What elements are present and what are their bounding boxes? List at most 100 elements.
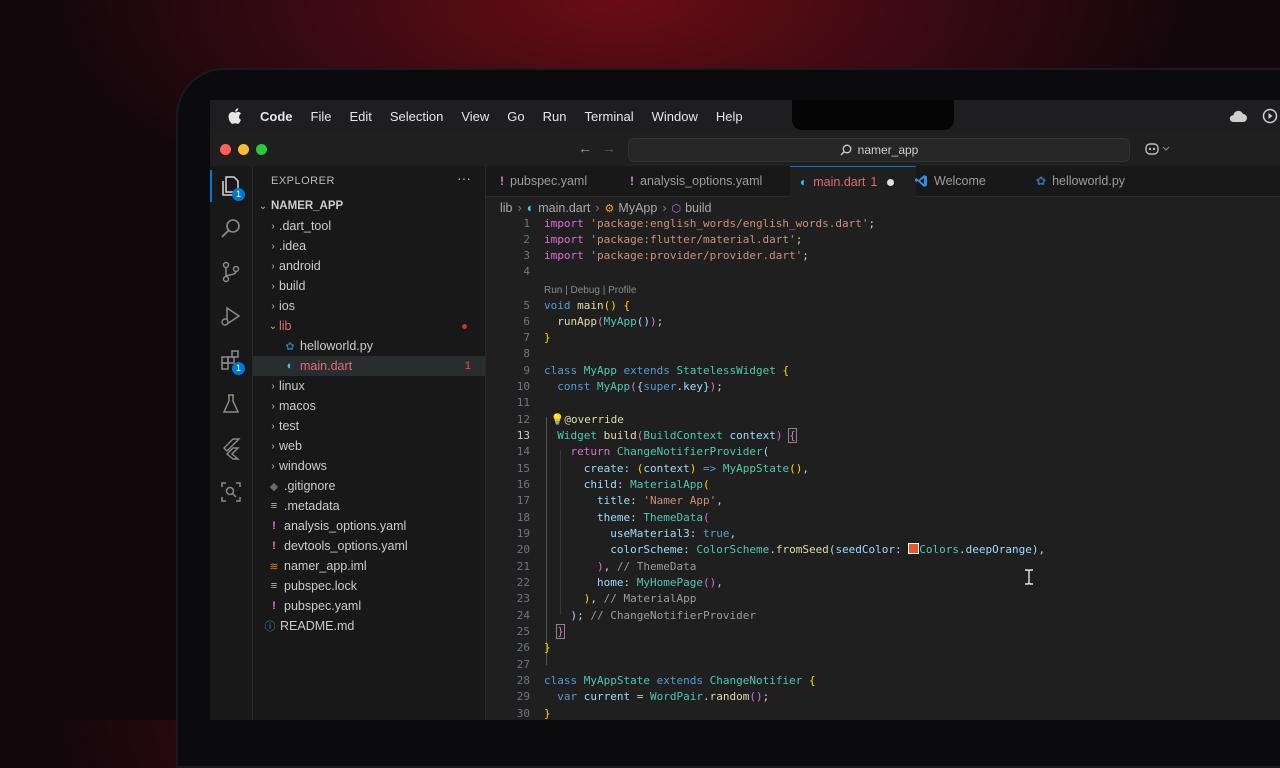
command-center-search[interactable]: namer_app bbox=[628, 138, 1130, 162]
tree-item-label: linux bbox=[279, 379, 305, 393]
menu-file[interactable]: File bbox=[311, 109, 332, 124]
tree-item-label: helloworld.py bbox=[300, 339, 373, 353]
codelens[interactable]: Run | Debug | Profile bbox=[544, 285, 636, 296]
tree-folder[interactable]: › build bbox=[253, 276, 485, 296]
menu-edit[interactable]: Edit bbox=[349, 109, 371, 124]
tree-folder[interactable]: › web bbox=[253, 436, 485, 456]
tree-file-selected[interactable]: ◐ main.dart 1 bbox=[253, 356, 485, 376]
tree-file[interactable]: ≡ .metadata bbox=[253, 496, 485, 516]
forward-arrow-icon[interactable]: → bbox=[602, 140, 616, 156]
tree-folder[interactable]: › .idea bbox=[253, 236, 485, 256]
tree-folder[interactable]: › linux bbox=[253, 376, 485, 396]
tree-folder[interactable]: › ios bbox=[253, 296, 485, 316]
root-folder[interactable]: ⌄ NAMER_APP bbox=[253, 196, 485, 216]
tree-folder-lib[interactable]: ⌄ lib bbox=[253, 316, 485, 336]
tree-item-label: pubspec.lock bbox=[284, 579, 357, 593]
lightbulb-icon[interactable]: 💡 bbox=[551, 413, 565, 426]
tree-item-label: devtools_options.yaml bbox=[284, 539, 408, 553]
tree-file[interactable]: ✿ helloworld.py bbox=[253, 336, 485, 356]
code-line: 30} bbox=[516, 707, 551, 720]
active-indicator bbox=[210, 170, 212, 202]
tree-item-label: android bbox=[279, 259, 321, 273]
minimize-window-button[interactable] bbox=[238, 144, 249, 155]
tree-folder[interactable]: › .dart_tool bbox=[253, 216, 485, 236]
problem-count: 1 bbox=[464, 360, 471, 372]
run-debug-icon[interactable] bbox=[219, 304, 243, 328]
breadcrumb-file[interactable]: main.dart bbox=[538, 201, 590, 215]
unsaved-dot-icon[interactable] bbox=[887, 178, 895, 186]
code-line: 7} bbox=[523, 331, 551, 344]
back-arrow-icon[interactable]: ← bbox=[578, 140, 592, 156]
code-line: 25 } bbox=[516, 624, 565, 639]
zoom-window-button[interactable] bbox=[256, 144, 267, 155]
menu-window[interactable]: Window bbox=[652, 109, 698, 124]
menu-help[interactable]: Help bbox=[716, 109, 743, 124]
search-icon[interactable] bbox=[219, 216, 243, 240]
code-line: 17 title: 'Namer App', bbox=[516, 494, 723, 507]
remote-explorer-icon[interactable] bbox=[219, 480, 243, 504]
menu-view[interactable]: View bbox=[461, 109, 489, 124]
python-file-icon: ✿ bbox=[1036, 174, 1047, 188]
code-line: 15 create: (context) => MyAppState(), bbox=[516, 462, 809, 475]
method-symbol-icon: ⬡ bbox=[671, 202, 682, 215]
cloud-icon[interactable] bbox=[1228, 109, 1248, 123]
chevron-right-icon: › bbox=[271, 260, 275, 272]
tree-item-label: README.md bbox=[280, 619, 355, 633]
tree-folder[interactable]: › android bbox=[253, 256, 485, 276]
code-line: 24 ); // ChangeNotifierProvider bbox=[516, 609, 756, 622]
tree-folder[interactable]: › test bbox=[253, 416, 485, 436]
tree-file[interactable]: ≡ pubspec.lock bbox=[253, 576, 485, 596]
menu-run[interactable]: Run bbox=[543, 109, 567, 124]
flutter-icon[interactable] bbox=[219, 436, 243, 460]
tree-item-label: analysis_options.yaml bbox=[284, 519, 407, 533]
chevron-right-icon: › bbox=[517, 201, 522, 215]
play-circle-icon[interactable] bbox=[1262, 108, 1278, 124]
chevron-right-icon: › bbox=[271, 440, 275, 452]
tree-file[interactable]: ⓘ README.md bbox=[253, 616, 485, 636]
close-window-button[interactable] bbox=[220, 144, 231, 155]
breadcrumb-method[interactable]: build bbox=[685, 201, 711, 215]
apple-icon[interactable] bbox=[228, 108, 242, 124]
color-swatch-icon[interactable] bbox=[908, 543, 920, 554]
breadcrumb-class[interactable]: MyApp bbox=[618, 201, 657, 215]
more-actions-icon[interactable]: ··· bbox=[457, 170, 471, 186]
tab-analysis-options[interactable]: ! analysis_options.yaml bbox=[630, 166, 762, 196]
menu-bar: Code File Edit Selection View Go Run Ter… bbox=[210, 100, 1280, 132]
code-line: 21 ), // ThemeData bbox=[516, 560, 697, 573]
chevron-down-icon: ⌄ bbox=[258, 200, 268, 212]
source-control-icon[interactable] bbox=[219, 260, 243, 284]
menu-go[interactable]: Go bbox=[507, 109, 524, 124]
tree-file[interactable]: ! analysis_options.yaml bbox=[253, 516, 485, 536]
tab-label: Welcome bbox=[934, 174, 986, 188]
breadcrumb-folder[interactable]: lib bbox=[500, 201, 513, 215]
tree-item-label: build bbox=[279, 279, 306, 293]
code-line: 3 import 'package:provider/provider.dart'… bbox=[523, 249, 809, 262]
tree-file[interactable]: ! pubspec.yaml bbox=[253, 596, 485, 616]
code-line: 1 import 'package:english_words/english_w… bbox=[523, 217, 876, 230]
activity-bar: 1 1 bbox=[210, 166, 253, 720]
tree-folder[interactable]: › macos bbox=[253, 396, 485, 416]
tree-folder[interactable]: › windows bbox=[253, 456, 485, 476]
menu-terminal[interactable]: Terminal bbox=[585, 109, 634, 124]
copilot-icon[interactable] bbox=[1144, 141, 1172, 157]
dart-file-icon: ◐ bbox=[800, 175, 808, 189]
tab-main-dart[interactable]: ◐ main.dart 1 bbox=[790, 166, 916, 197]
explorer-sidebar: EXPLORER ··· ⌄ NAMER_APP › .dart_tool › … bbox=[253, 166, 486, 720]
chevron-down-icon: ⌄ bbox=[268, 320, 278, 332]
tree-item-label: ios bbox=[279, 299, 295, 313]
tree-item-label: main.dart bbox=[300, 359, 353, 373]
tab-pubspec[interactable]: ! pubspec.yaml bbox=[500, 166, 587, 196]
chevron-right-icon: › bbox=[271, 220, 275, 232]
tree-file[interactable]: ! devtools_options.yaml bbox=[253, 536, 485, 556]
explorer-title: EXPLORER bbox=[271, 175, 335, 187]
chevron-right-icon: › bbox=[271, 460, 275, 472]
tree-file[interactable]: ◆ .gitignore bbox=[253, 476, 485, 496]
menu-code[interactable]: Code bbox=[260, 109, 293, 124]
menu-selection[interactable]: Selection bbox=[390, 109, 443, 124]
code-line: 18 theme: ThemeData( bbox=[516, 511, 710, 524]
tab-helloworld[interactable]: ✿ helloworld.py bbox=[1036, 166, 1125, 196]
tab-welcome[interactable]: Welcome bbox=[914, 166, 986, 196]
testing-flask-icon[interactable] bbox=[219, 392, 243, 416]
tree-file[interactable]: ≋ namer_app.iml bbox=[253, 556, 485, 576]
git-file-icon: ◆ bbox=[269, 480, 279, 493]
